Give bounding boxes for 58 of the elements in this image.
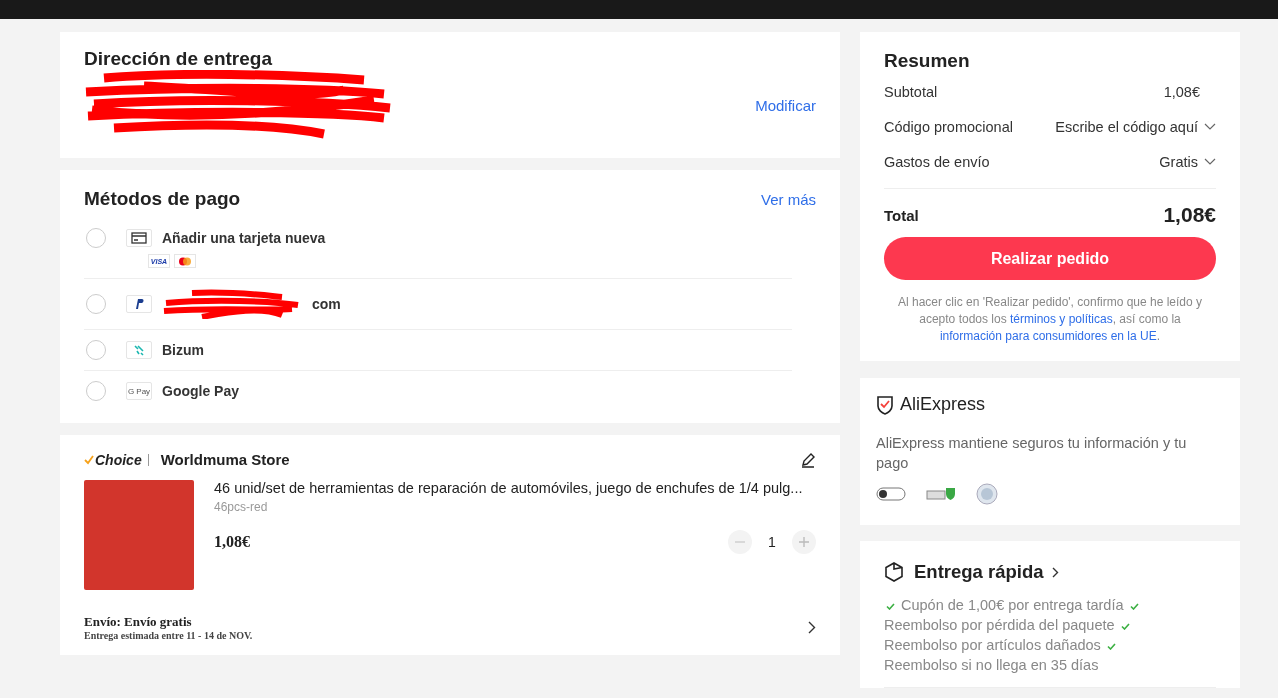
see-more-link[interactable]: Ver más <box>760 190 816 208</box>
section-title: Dirección de entrega <box>84 48 273 70</box>
card-icon <box>126 229 152 247</box>
summary-value: 1,08€ <box>1163 83 1201 100</box>
summary-label: Gastos de envío <box>884 153 990 170</box>
modify-link[interactable]: Modificar <box>755 96 816 114</box>
summary-value[interactable]: Escribe el código aquí <box>1055 118 1198 135</box>
shipping-method: Envío: Envío gratis <box>84 614 193 630</box>
edit-icon[interactable] <box>800 451 816 468</box>
increase-button[interactable] <box>792 530 816 554</box>
trust-badge-icon <box>876 487 906 501</box>
chevron-down-icon <box>1204 122 1216 131</box>
google-pay-icon: G Pay <box>126 382 152 400</box>
legal-link[interactable]: términos y políticas <box>1010 312 1113 326</box>
trust-badge-icon <box>926 487 956 501</box>
chevron-right-icon[interactable] <box>1051 566 1059 578</box>
fast-delivery-title[interactable]: Entrega rápida <box>914 561 1044 583</box>
product-title[interactable]: 46 unid/set de herramientas de reparación de automóviles, juego de enchufes de 1/4 pulg... <box>214 480 816 496</box>
shield-check-icon <box>876 394 894 415</box>
chevron-right-icon[interactable] <box>808 621 816 634</box>
trust-badge-icon <box>976 483 998 505</box>
paypal-icon <box>126 295 152 313</box>
perk-text: Cupón de 1,00€ por entrega tardía <box>901 597 1124 613</box>
check-icon <box>1106 642 1116 650</box>
quantity-value: 1 <box>767 534 777 550</box>
legal-link[interactable]: información para consumidores en la UE <box>939 329 1157 343</box>
payment-method-label: Añadir una tarjeta nueva <box>162 230 326 246</box>
choice-logo: Choice <box>84 453 149 466</box>
payment-method-label: Bizum <box>162 342 204 358</box>
payment-method-label: Google Pay <box>162 383 240 399</box>
brand-name: AliExpress <box>900 394 986 415</box>
section-title: Métodos de pago <box>84 188 241 210</box>
check-icon <box>886 602 895 610</box>
decrease-button[interactable] <box>728 530 752 554</box>
summary-label: Subtotal <box>884 83 938 100</box>
perk-text: Reembolso por artículos dañados <box>884 637 1101 653</box>
summary-value[interactable]: Gratis <box>1159 153 1198 170</box>
total-label: Total <box>884 206 919 224</box>
mastercard-icon <box>174 254 196 268</box>
plus-icon <box>799 537 809 547</box>
legal-notice: Al hacer clic en 'Realizar pedido', confirmo que he leído y acepto todos los términos y políticas, así como la información para consumidores en la UE. <box>896 294 1204 345</box>
security-text: AliExpress mantiene seguros tu información y tu pago <box>876 434 1188 473</box>
chevron-down-icon <box>1204 157 1216 166</box>
place-order-button[interactable]: Realizar pedido <box>884 237 1216 280</box>
bizum-icon <box>126 341 152 359</box>
payment-method-label: com <box>312 296 341 312</box>
check-icon <box>1129 602 1139 610</box>
product-price: 1,08€ <box>214 533 250 551</box>
store-name: Worldmuma Store <box>160 451 290 468</box>
product-variant: 46pcs-red <box>214 500 269 514</box>
summary-label: Código promocional <box>884 118 1013 135</box>
perk-text: Reembolso por pérdida del paquete <box>884 617 1115 633</box>
box-icon <box>884 562 904 582</box>
total-value: 1,08€ <box>1163 203 1216 227</box>
check-icon <box>1120 622 1130 630</box>
perk-text: Reembolso si no llega en 35 días <box>884 657 1099 673</box>
delivery-estimate: Entrega estimada entre 11 - 14 de NOV. <box>84 630 253 641</box>
summary-title: Resumen <box>884 50 971 72</box>
